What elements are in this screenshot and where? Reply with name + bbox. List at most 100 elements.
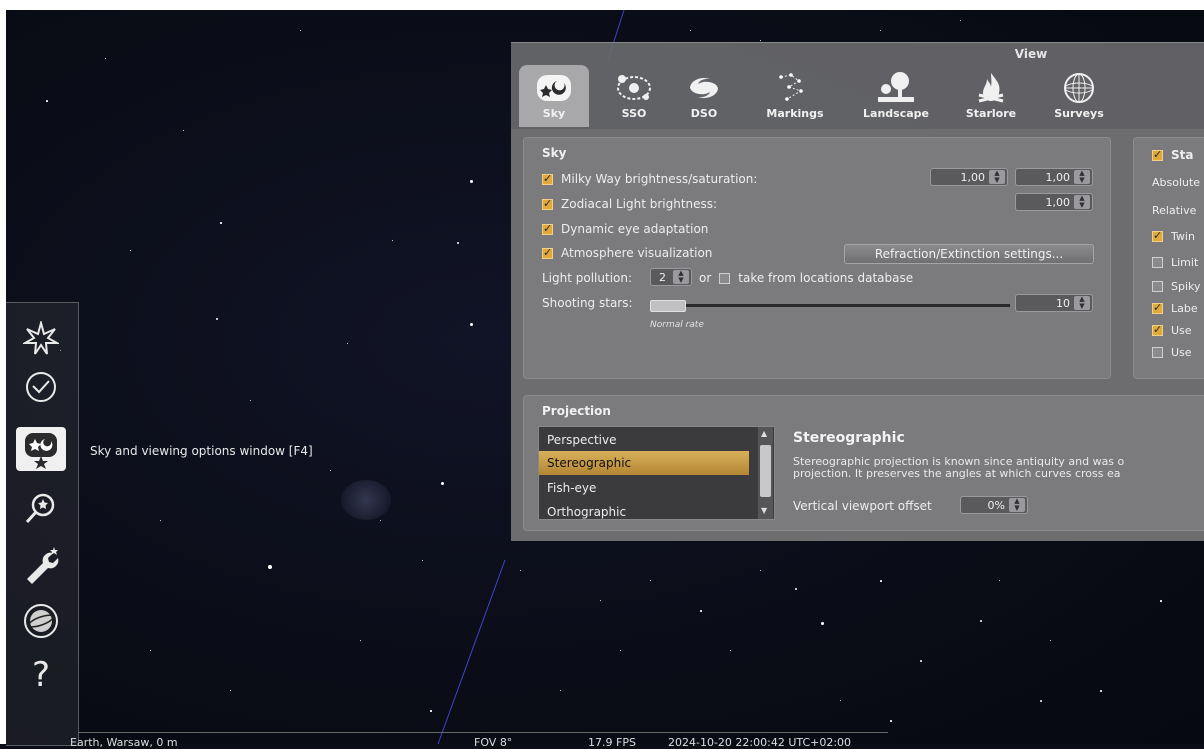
scrollbar-thumb[interactable] — [760, 445, 771, 497]
take-from-db-checkbox[interactable] — [719, 272, 731, 284]
dynamic-eye-checkbox[interactable] — [542, 222, 553, 235]
milky-way-row[interactable]: Milky Way brightness/saturation: — [542, 172, 757, 186]
status-location[interactable]: Earth, Warsaw, 0 m — [70, 736, 178, 749]
toolbar-configuration-button[interactable] — [16, 543, 66, 587]
use2-checkbox[interactable] — [1152, 347, 1163, 358]
atmosphere-row[interactable]: Atmosphere visualization — [542, 246, 712, 260]
twinkle-row[interactable]: Twin — [1152, 229, 1195, 243]
star — [46, 100, 48, 102]
star — [890, 720, 892, 722]
use1-checkbox[interactable] — [1152, 323, 1163, 336]
star-burst-icon — [23, 321, 59, 355]
star — [441, 482, 444, 485]
projection-list[interactable]: Perspective Stereographic Fish-eye Ortho… — [538, 426, 775, 520]
limit-row[interactable]: Limit — [1152, 256, 1198, 269]
shooting-stars-spinbox[interactable]: 10 ▲ ▼ — [1015, 294, 1093, 312]
limit-checkbox[interactable] — [1152, 257, 1163, 268]
sky-tab-content: Sky Milky Way brightness/saturation: 1,0… — [511, 129, 1204, 541]
atmosphere-checkbox[interactable] — [542, 246, 553, 259]
stars-title-row[interactable]: Sta — [1152, 148, 1193, 162]
shooting-stars-row: Shooting stars: — [542, 296, 633, 310]
or-label: or — [699, 271, 712, 285]
spin-arrows-icon[interactable]: ▲ ▼ — [989, 170, 1005, 184]
tab-dso[interactable]: DSO — [669, 65, 739, 127]
milky-way-saturation-spinbox[interactable]: 1,00 ▲ ▼ — [1015, 168, 1093, 186]
status-fps: 17.9 FPS — [588, 736, 636, 749]
light-pollution-row: Light pollution: — [542, 271, 632, 285]
astronomical-calculations-icon — [24, 604, 58, 638]
zodiacal-spinbox[interactable]: 1,00 ▲ ▼ — [1015, 193, 1093, 211]
spin-arrows-icon[interactable]: ▲ ▼ — [1074, 296, 1090, 310]
star — [250, 400, 251, 401]
spin-arrows-icon[interactable]: ▲ ▼ — [673, 270, 689, 284]
spin-arrows-icon[interactable]: ▲ ▼ — [1074, 170, 1090, 184]
absolute-scale-label: Absolute — [1152, 176, 1200, 189]
projection-item-orthographic[interactable]: Orthographic — [547, 505, 626, 519]
light-pollution-spinbox[interactable]: 2 ▲ ▼ — [650, 268, 692, 286]
tab-sso[interactable]: SSO — [599, 65, 669, 127]
refraction-settings-button[interactable]: Refraction/Extinction settings... — [844, 244, 1094, 264]
absolute-label: Absolute — [1152, 176, 1201, 189]
milky-way-brightness-spinbox[interactable]: 1,00 ▲ ▼ — [930, 168, 1008, 186]
spiky-label: Spiky — [1171, 280, 1201, 293]
use1-row[interactable]: Use — [1152, 323, 1192, 337]
twinkle-checkbox[interactable] — [1152, 229, 1163, 242]
tab-sky[interactable]: Sky — [519, 65, 589, 127]
clock-icon — [26, 372, 56, 402]
projection-title: Projection — [542, 404, 611, 418]
toolbar-sky-objects-button[interactable] — [16, 317, 66, 361]
labels-checkbox[interactable] — [1152, 301, 1163, 314]
scroll-down-icon[interactable]: ▼ — [761, 506, 767, 515]
zodiacal-label: Zodiacal Light brightness: — [561, 197, 718, 211]
tab-markings-label: Markings — [766, 107, 824, 120]
tab-landscape[interactable]: Landscape — [851, 65, 941, 127]
star — [1040, 700, 1042, 702]
sky-group-title: Sky — [542, 146, 567, 160]
spin-arrows-icon[interactable]: ▲ ▼ — [1009, 498, 1025, 512]
spin-arrows-icon[interactable]: ▲ ▼ — [1074, 195, 1090, 209]
spiky-checkbox[interactable] — [1152, 281, 1163, 292]
labels-row[interactable]: Labe — [1152, 301, 1198, 315]
toolbar-help-button[interactable]: ? — [16, 653, 66, 697]
projection-desc-line2: projection. It preserves the angles at w… — [793, 467, 1121, 480]
tab-bar: Sky SSO DSO Markings Landscape Starlore … — [511, 61, 1204, 129]
viewport-offset-row: Vertical viewport offset — [793, 499, 932, 513]
star — [980, 620, 982, 622]
tab-markings[interactable]: Markings — [755, 65, 835, 127]
star — [470, 180, 473, 183]
projection-item-stereographic[interactable]: Stereographic — [539, 451, 749, 475]
toolbar-date-time-button[interactable] — [16, 365, 66, 409]
milky-way-label: Milky Way brightness/saturation: — [561, 172, 758, 186]
projection-item-perspective[interactable]: Perspective — [547, 433, 617, 447]
zodiacal-row[interactable]: Zodiacal Light brightness: — [542, 197, 717, 211]
dynamic-eye-row[interactable]: Dynamic eye adaptation — [542, 222, 708, 236]
blue-line-bottom — [437, 559, 506, 744]
projection-item-fish-eye[interactable]: Fish-eye — [547, 481, 596, 495]
tab-surveys-label: Surveys — [1054, 107, 1104, 120]
tab-starlore[interactable]: Starlore — [956, 65, 1026, 127]
tab-surveys[interactable]: Surveys — [1041, 65, 1117, 127]
status-datetime[interactable]: 2024-10-20 22:00:42 UTC+02:00 — [668, 736, 851, 749]
shooting-stars-slider-handle[interactable] — [650, 300, 686, 312]
star — [470, 323, 473, 326]
milky-way-checkbox[interactable] — [542, 172, 553, 185]
toolbar-search-button[interactable] — [16, 487, 66, 531]
star — [880, 30, 881, 31]
star — [880, 580, 882, 582]
star — [840, 700, 841, 701]
use2-row[interactable]: Use — [1152, 346, 1192, 359]
star — [760, 570, 761, 571]
toolbar-astro-calc-button[interactable] — [16, 599, 66, 643]
scroll-up-icon[interactable]: ▲ — [761, 429, 767, 438]
stars-checkbox[interactable] — [1152, 148, 1163, 161]
toolbar-sky-view-button[interactable] — [16, 427, 66, 471]
spiky-row[interactable]: Spiky — [1152, 280, 1201, 293]
shooting-stars-slider[interactable] — [650, 304, 1010, 307]
or-row[interactable]: or take from locations database — [699, 271, 913, 285]
star — [821, 622, 824, 625]
star — [150, 650, 151, 651]
projection-scrollbar[interactable]: ▲ ▼ — [758, 427, 773, 519]
solar-system-icon — [617, 75, 651, 100]
zodiacal-checkbox[interactable] — [542, 197, 553, 210]
viewport-offset-spinbox[interactable]: 0% ▲ ▼ — [960, 496, 1028, 514]
